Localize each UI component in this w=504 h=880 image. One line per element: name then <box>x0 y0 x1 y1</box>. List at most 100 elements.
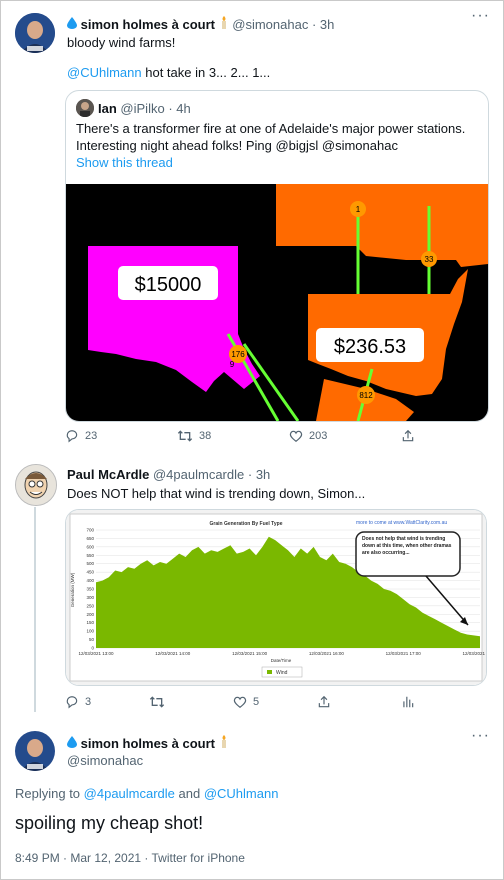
flow-label: 176 <box>231 350 245 359</box>
more-options-icon[interactable]: ··· <box>471 727 490 745</box>
author-name[interactable]: simon holmes à court <box>81 736 215 751</box>
y-tick-label: 50 <box>89 637 95 642</box>
tweet-text-line: @CUhlmann hot take in 3... 2... 1... <box>67 64 270 81</box>
reply-count: 23 <box>85 430 98 442</box>
like-button[interactable]: 5 <box>233 695 317 709</box>
like-button[interactable]: 203 <box>289 429 401 443</box>
analytics-button[interactable] <box>401 695 415 709</box>
author-row: simon holmes à court <box>67 735 229 751</box>
avatar-image <box>15 731 55 771</box>
flow-label: 33 <box>425 255 434 264</box>
y-tick-label: 100 <box>86 629 94 634</box>
author-row: Paul McArdle @4paulmcardle · 3h <box>67 467 271 482</box>
sa-price-label: $15000 <box>135 274 202 296</box>
quoted-author-name: Ian <box>98 101 117 116</box>
mention-link[interactable]: @CUhlmann <box>67 65 142 80</box>
reply-button[interactable]: 3 <box>65 695 149 709</box>
tweet-actions: 3 5 <box>65 695 425 709</box>
avatar-image <box>16 465 56 505</box>
tweet-timestamp[interactable]: 8:49 PM · Mar 12, 2021 · Twitter for iPh… <box>15 850 245 867</box>
y-tick-label: 500 <box>86 561 94 566</box>
heart-icon <box>233 696 247 708</box>
thread-connector <box>34 507 36 712</box>
tweet-thread: simon holmes à court @simonahac · 3h ···… <box>0 0 504 880</box>
retweet-button[interactable]: 38 <box>177 429 289 443</box>
author-row: simon holmes à court @simonahac · 3h <box>67 16 334 32</box>
reply-mention[interactable]: @4paulmcardle <box>84 786 175 801</box>
water-drop-icon <box>67 736 77 751</box>
chart-annotation: Does not help that wind is trending down… <box>362 536 452 556</box>
candle-icon <box>219 16 229 32</box>
flow-label: 812 <box>359 391 373 400</box>
like-count: 5 <box>253 696 260 708</box>
avatar[interactable] <box>15 13 55 53</box>
y-tick-label: 150 <box>86 620 94 625</box>
analytics-icon <box>403 696 414 708</box>
legend-label: Wind <box>276 670 288 676</box>
quoted-text-line1: There's a transformer fire at one of Ade… <box>76 121 466 136</box>
share-icon <box>318 695 330 708</box>
y-tick-label: 550 <box>86 553 94 558</box>
quoted-text-line2: Interesting night ahead folks! Ping @big… <box>76 138 398 153</box>
y-tick-label: 450 <box>86 570 94 575</box>
reply-count: 3 <box>85 696 92 708</box>
replying-prefix: Replying to <box>15 786 84 801</box>
show-thread-link[interactable]: Show this thread <box>76 154 173 171</box>
tweet-actions: 23 38 203 <box>65 429 425 443</box>
x-tick-label: 12/03/2021 16:00 <box>309 651 345 656</box>
y-tick-label: 350 <box>86 587 94 592</box>
share-button[interactable] <box>317 695 401 709</box>
tweet-text: bloody wind farms! <box>67 35 176 50</box>
y-tick-label: 200 <box>86 612 94 617</box>
reply-icon <box>66 430 78 443</box>
heart-icon <box>289 430 303 442</box>
flow-label: 9 <box>230 360 235 369</box>
avatar[interactable] <box>15 731 55 771</box>
tweet-time[interactable]: 3h <box>256 467 270 482</box>
share-icon <box>402 429 414 442</box>
x-tick-label: 12/03/2021 18:00 <box>462 651 486 656</box>
quoted-author-row: Ian @iPilko · 4h <box>98 101 191 116</box>
tweet-text: spoiling my cheap shot! <box>15 813 204 833</box>
y-tick-label: 650 <box>86 536 94 541</box>
x-tick-label: 12/03/2021 14:00 <box>155 651 191 656</box>
author-handle[interactable]: @4paulmcardle <box>153 467 244 482</box>
retweet-count: 38 <box>199 430 212 442</box>
tweet-time[interactable]: 3h <box>320 17 334 32</box>
price-map-image: 1 33 176 9 812 $15000 $236.53 <box>66 184 488 421</box>
replying-and: and <box>174 786 204 801</box>
y-tick-label: 400 <box>86 578 94 583</box>
share-button[interactable] <box>401 429 415 443</box>
author-handle[interactable]: @simonahac <box>67 752 143 769</box>
chart-title: Grain Generation By Fuel Type <box>210 521 283 527</box>
tweet-text-rest: hot take in 3... 2... 1... <box>141 65 271 80</box>
avatar[interactable] <box>15 464 57 506</box>
x-tick-label: 12/03/2021 17:00 <box>386 651 422 656</box>
candle-icon <box>219 735 229 751</box>
water-drop-icon <box>67 17 77 32</box>
quoted-author-handle: @iPilko <box>120 101 165 116</box>
flow-label: 1 <box>356 205 361 214</box>
more-options-icon[interactable]: ··· <box>471 7 490 25</box>
quoted-time: 4h <box>176 101 191 116</box>
chart-xlabel: Date/Time <box>271 658 292 663</box>
x-tick-label: 12/03/2021 13:00 <box>78 651 114 656</box>
author-handle[interactable]: @simonahac <box>232 17 308 32</box>
retweet-button[interactable] <box>149 695 233 709</box>
nsw-price-label: $236.53 <box>334 336 406 358</box>
retweet-icon <box>149 696 165 708</box>
tweet-text: Does NOT help that wind is trending down… <box>67 486 366 501</box>
chart-source: more to come at www.WattClarity.com.au <box>356 520 447 526</box>
reply-button[interactable]: 23 <box>65 429 177 443</box>
replying-to: Replying to @4paulmcardle and @CUhlmann <box>15 785 278 802</box>
author-name[interactable]: Paul McArdle <box>67 467 149 482</box>
author-name[interactable]: simon holmes à court <box>81 17 215 32</box>
reply-mention[interactable]: @CUhlmann <box>204 786 279 801</box>
avatar-image <box>15 13 55 53</box>
quoted-tweet[interactable]: Ian @iPilko · 4h There's a transformer f… <box>65 90 489 422</box>
generation-chart: Grain Generation By Fuel Type more to co… <box>66 510 486 685</box>
chart-image[interactable]: Grain Generation By Fuel Type more to co… <box>65 509 487 686</box>
y-tick-label: 300 <box>86 595 94 600</box>
quoted-avatar <box>76 99 94 117</box>
like-count: 203 <box>309 430 328 442</box>
